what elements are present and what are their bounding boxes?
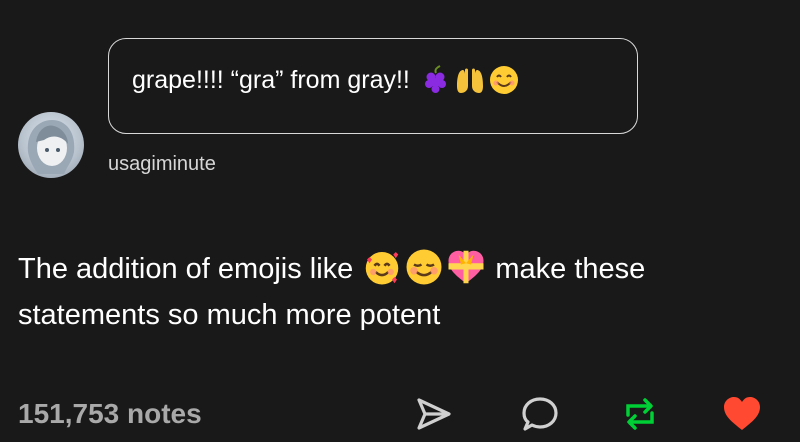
ask-text-row: grape!!!! “gra” from gray!! — [132, 64, 520, 96]
smiling-face-with-hearts-icon — [366, 252, 399, 285]
raised-hands-icon — [456, 68, 483, 93]
post-body: The addition of emojis like make these s… — [18, 246, 788, 338]
heart-icon[interactable] — [722, 394, 762, 434]
post-text-before: The addition of emojis like — [18, 253, 362, 285]
heart-with-ribbon-icon — [448, 251, 484, 284]
reply-icon[interactable] — [520, 394, 560, 434]
notes-count[interactable]: 151,753 notes — [18, 398, 202, 430]
grapes-icon — [424, 65, 446, 93]
share-icon[interactable] — [414, 394, 454, 434]
smiling-face-blushing-icon — [406, 249, 442, 285]
reblog-icon[interactable] — [620, 394, 660, 434]
username[interactable]: usagiminute — [108, 153, 216, 176]
avatar-illustration — [27, 120, 75, 174]
smiling-face-icon — [489, 66, 518, 94]
ask-text: grape!!!! “gra” from gray!! — [132, 65, 410, 94]
avatar[interactable] — [18, 112, 84, 178]
